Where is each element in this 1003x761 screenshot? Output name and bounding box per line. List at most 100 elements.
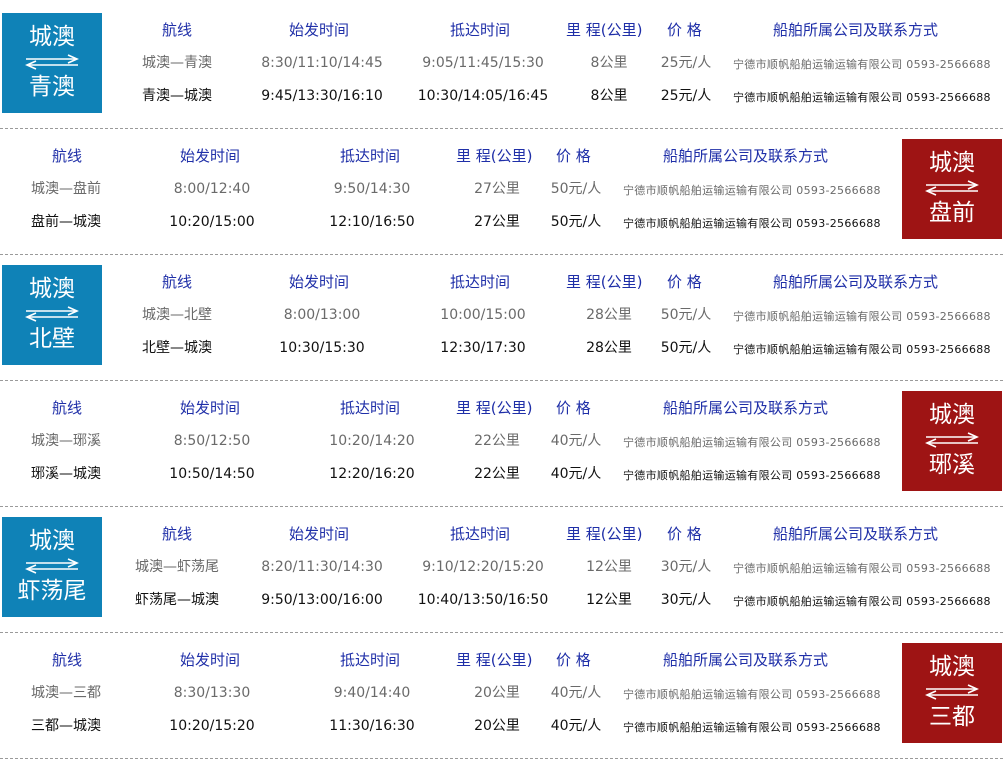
company-contact: 宁德市顺帆船舶运输运输有限公司 0593-2566688: [623, 721, 881, 734]
header-arrive: 抵达时间: [450, 273, 511, 291]
arrive-time: 12:20/16:20: [329, 466, 415, 482]
header-depart: 始发时间: [289, 273, 350, 291]
bidirectional-arrow-icon: [25, 306, 79, 322]
badge-arrows: [24, 306, 80, 326]
depart-time: 10:20/15:20: [169, 718, 255, 734]
header-route: 航线: [162, 525, 193, 543]
header-route: 航线: [52, 147, 83, 165]
badge-destination: 琊溪: [929, 452, 975, 478]
distance: 27公里: [474, 181, 520, 197]
route-badge: 城澳 琊溪: [902, 391, 1002, 491]
arrive-time: 9:10/12:20/15:20: [422, 559, 544, 575]
arrive-time: 10:20/14:20: [329, 433, 415, 449]
header-distance: 里 程(公里): [456, 651, 533, 669]
distance: 27公里: [474, 214, 520, 230]
badge-destination: 虾荡尾: [17, 578, 87, 604]
company-contact: 宁德市顺帆船舶运输运输有限公司 0593-2566688: [623, 184, 881, 197]
distance: 20公里: [474, 685, 520, 701]
price: 25元/人: [660, 55, 712, 71]
route-name: 城澳—琊溪: [31, 433, 101, 449]
distance: 22公里: [474, 466, 520, 482]
route-name: 北壁—城澳: [142, 340, 212, 356]
header-company: 船舶所属公司及联系方式: [663, 147, 829, 165]
arrive-time: 10:40/13:50/16:50: [417, 592, 549, 608]
route-section: 城澳 北壁 航线 始发时间 抵达时间 里 程(公里) 价 格 船舶所属公司及联系方式 城澳—北壁…: [0, 254, 1003, 381]
arrive-time: 12:30/17:30: [440, 340, 526, 356]
depart-time: 9:45/13:30/16:10: [261, 88, 383, 104]
header-arrive: 抵达时间: [340, 651, 401, 669]
header-company: 船舶所属公司及联系方式: [663, 399, 829, 417]
price: 40元/人: [550, 718, 602, 734]
header-company: 船舶所属公司及联系方式: [773, 525, 939, 543]
depart-time: 8:00/13:00: [283, 307, 361, 323]
badge-destination: 三都: [929, 704, 975, 730]
depart-time: 8:50/12:50: [173, 433, 251, 449]
arrive-time: 12:10/16:50: [329, 214, 415, 230]
arrive-time: 9:40/14:40: [333, 685, 411, 701]
bidirectional-arrow-icon: [925, 684, 979, 700]
section-divider: [0, 758, 1003, 759]
route-section: 城澳 三都 航线 始发时间 抵达时间 里 程(公里) 价 格 船舶所属公司及联系方式 城澳—三都…: [0, 632, 1003, 759]
company-contact: 宁德市顺帆船舶运输运输有限公司 0593-2566688: [733, 310, 991, 323]
route-name: 城澳—北壁: [142, 307, 212, 323]
route-name: 虾荡尾—城澳: [135, 592, 219, 608]
header-route: 航线: [52, 399, 83, 417]
price: 50元/人: [550, 181, 602, 197]
company-contact: 宁德市顺帆船舶运输运输有限公司 0593-2566688: [623, 217, 881, 230]
header-depart: 始发时间: [180, 399, 241, 417]
header-arrive: 抵达时间: [340, 147, 401, 165]
header-depart: 始发时间: [289, 525, 350, 543]
header-depart: 始发时间: [180, 651, 241, 669]
badge-destination: 北壁: [29, 326, 75, 352]
header-price: 价 格: [556, 399, 591, 417]
depart-time: 10:50/14:50: [169, 466, 255, 482]
price: 40元/人: [550, 466, 602, 482]
badge-arrows: [924, 432, 980, 452]
arrive-time: 10:30/14:05/16:45: [417, 88, 549, 104]
header-distance: 里 程(公里): [566, 525, 643, 543]
header-route: 航线: [162, 273, 193, 291]
header-company: 船舶所属公司及联系方式: [773, 273, 939, 291]
company-contact: 宁德市顺帆船舶运输运输有限公司 0593-2566688: [733, 91, 991, 104]
badge-origin: 城澳: [929, 402, 975, 428]
badge-origin: 城澳: [929, 654, 975, 680]
bidirectional-arrow-icon: [25, 558, 79, 574]
bidirectional-arrow-icon: [25, 54, 79, 70]
route-name: 青澳—城澳: [142, 88, 212, 104]
header-price: 价 格: [556, 651, 591, 669]
header-price: 价 格: [667, 21, 702, 39]
header-company: 船舶所属公司及联系方式: [663, 651, 829, 669]
bidirectional-arrow-icon: [925, 432, 979, 448]
badge-destination: 盘前: [929, 200, 975, 226]
company-contact: 宁德市顺帆船舶运输运输有限公司 0593-2566688: [733, 562, 991, 575]
route-badge: 城澳 北壁: [2, 265, 102, 365]
company-contact: 宁德市顺帆船舶运输运输有限公司 0593-2566688: [733, 595, 991, 608]
header-distance: 里 程(公里): [456, 399, 533, 417]
badge-destination: 青澳: [29, 74, 75, 100]
bidirectional-arrow-icon: [925, 180, 979, 196]
ferry-schedule: 城澳 青澳 航线 始发时间 抵达时间里 程(公里) 价 格船舶所属公司及联系方式 城澳—青澳…: [0, 0, 1003, 761]
route-section: 城澳 盘前 航线 始发时间 抵达时间 里 程(公里) 价 格 船舶所属公司及联系方式 城澳—盘前…: [0, 128, 1003, 255]
price: 40元/人: [550, 685, 602, 701]
depart-time: 8:30/11:10/14:45: [261, 55, 383, 71]
depart-time: 8:00/12:40: [173, 181, 251, 197]
distance: 22公里: [474, 433, 520, 449]
distance: 12公里: [586, 592, 632, 608]
distance: 20公里: [474, 718, 520, 734]
header-distance: 里 程(公里): [566, 21, 643, 39]
company-contact: 宁德市顺帆船舶运输运输有限公司 0593-2566688: [623, 436, 881, 449]
badge-origin: 城澳: [29, 528, 75, 554]
depart-time: 9:50/13:00/16:00: [261, 592, 383, 608]
header-arrive: 抵达时间: [450, 21, 511, 39]
price: 30元/人: [660, 592, 712, 608]
company-contact: 宁德市顺帆船舶运输运输有限公司 0593-2566688: [623, 688, 881, 701]
badge-origin: 城澳: [29, 24, 75, 50]
arrive-time: 9:50/14:30: [333, 181, 411, 197]
badge-arrows: [24, 54, 80, 74]
company-contact: 宁德市顺帆船舶运输运输有限公司 0593-2566688: [733, 343, 991, 356]
route-name: 盘前—城澳: [31, 214, 101, 230]
distance: 8公里: [590, 88, 628, 104]
route-name: 城澳—青澳: [142, 55, 212, 71]
company-contact: 宁德市顺帆船舶运输运输有限公司 0593-2566688: [733, 58, 991, 71]
header-arrive: 抵达时间: [340, 399, 401, 417]
